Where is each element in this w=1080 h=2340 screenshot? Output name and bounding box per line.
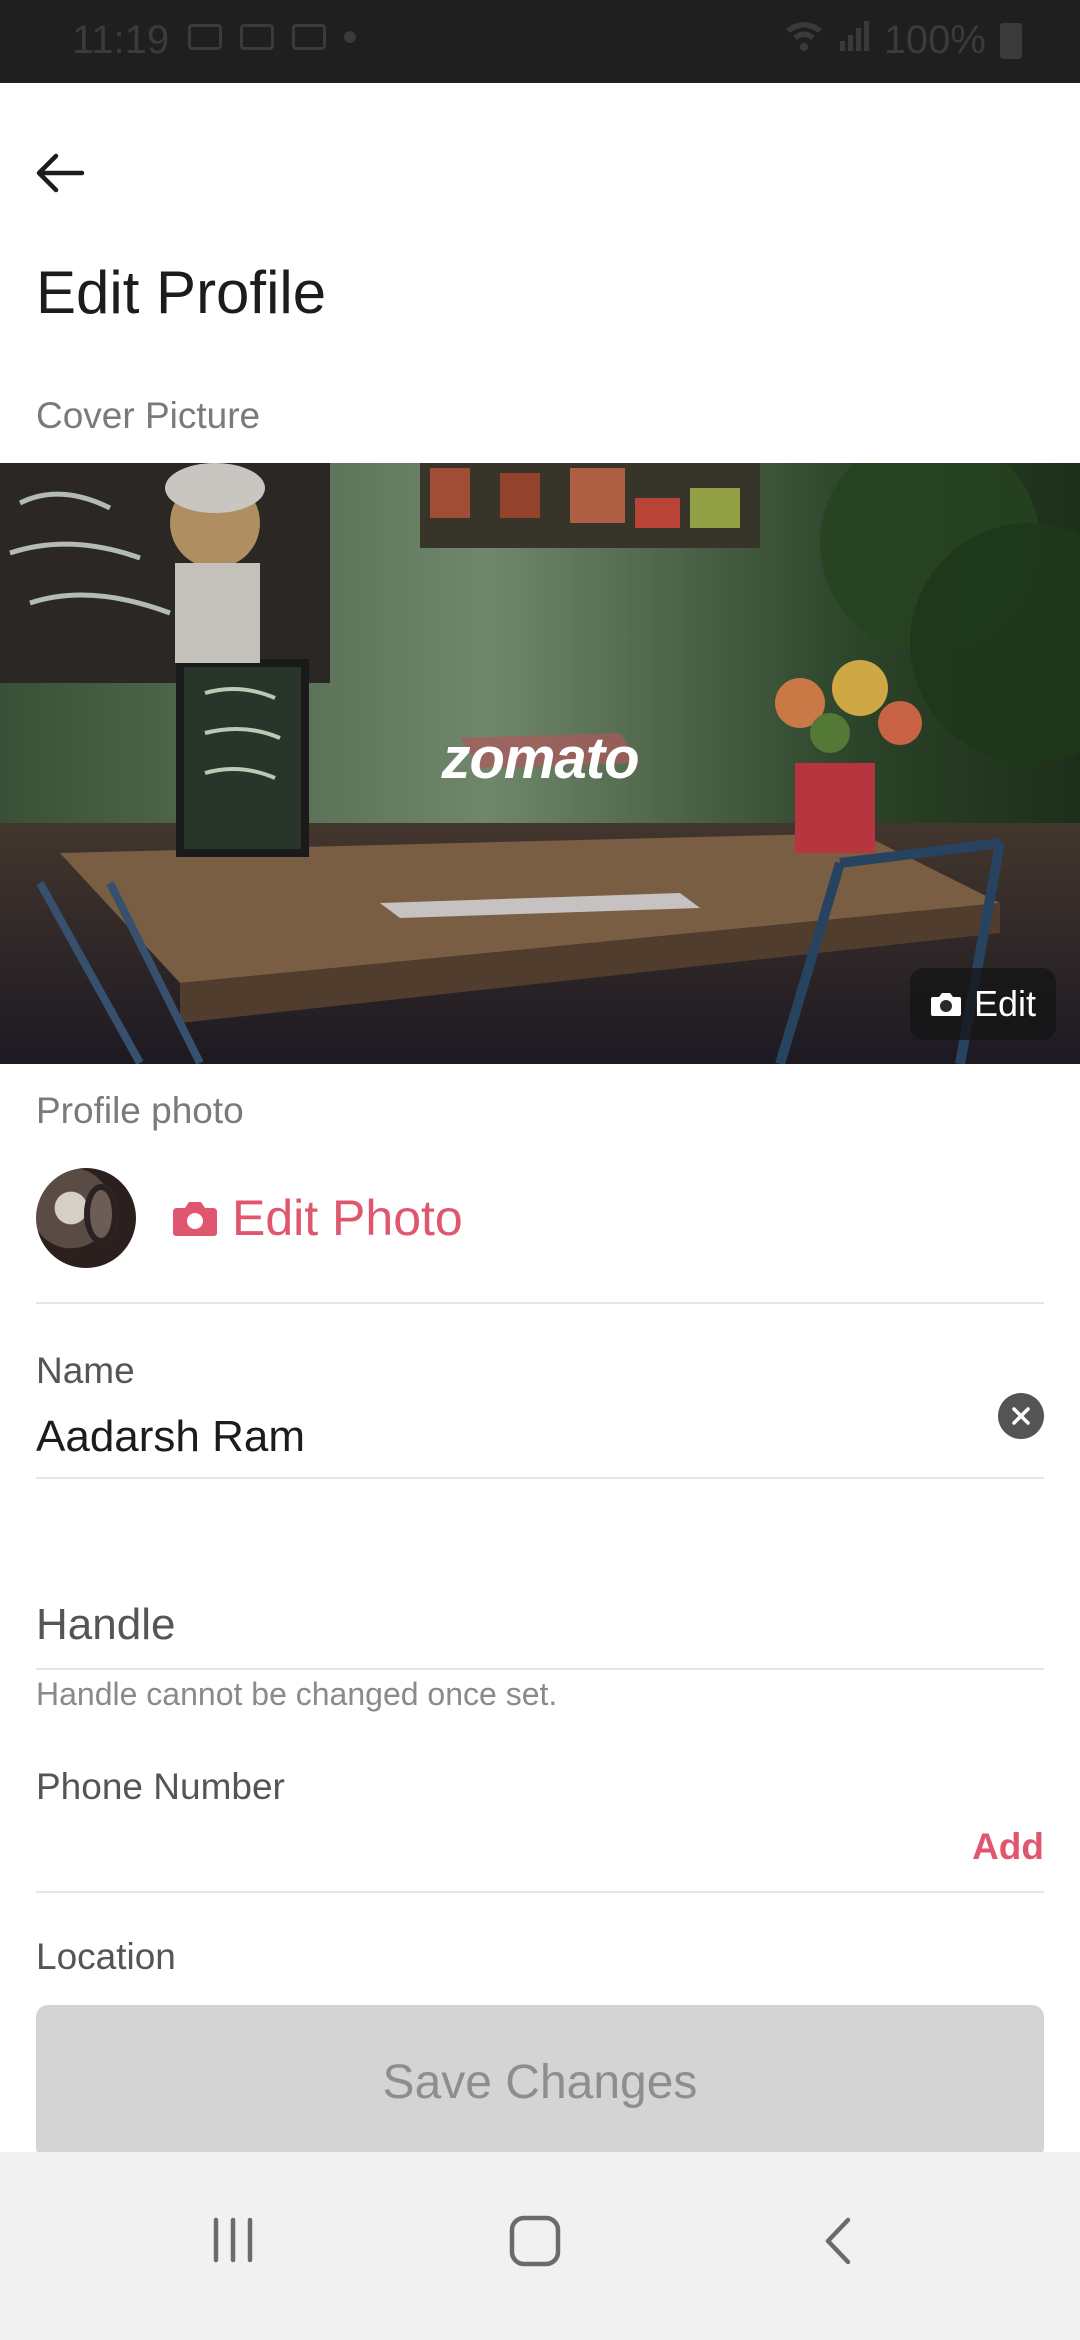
cover-picture[interactable]: zomato Edit — [0, 463, 1080, 1064]
status-time: 11:19 — [72, 18, 170, 62]
recent-apps-icon — [213, 2217, 253, 2263]
save-changes-button[interactable]: Save Changes — [36, 2005, 1044, 2159]
name-input[interactable]: Aadarsh Ram — [36, 1412, 305, 1462]
recent-apps-button[interactable] — [208, 2214, 258, 2271]
name-label: Name — [36, 1350, 135, 1391]
notification-icons — [188, 24, 356, 50]
home-button[interactable] — [508, 2214, 562, 2273]
avatar[interactable] — [36, 1168, 136, 1268]
status-bar: 11:19 100% — [0, 0, 1080, 83]
profile-photo-label: Profile photo — [36, 1090, 244, 1131]
edit-photo-label: Edit Photo — [232, 1190, 463, 1246]
keyboard-icon — [188, 24, 222, 50]
cover-picture-label: Cover Picture — [36, 395, 261, 436]
signal-icon — [838, 18, 870, 63]
name-underline — [36, 1477, 1044, 1479]
back-arrow-icon — [36, 153, 85, 193]
edit-cover-button[interactable]: Edit — [909, 968, 1056, 1040]
page-title: Edit Profile — [36, 259, 327, 326]
brand-logo: zomato — [441, 726, 640, 791]
wifi-icon — [784, 18, 824, 63]
more-notifications-icon — [344, 31, 356, 43]
profile-photo-row: Edit Photo — [36, 1168, 463, 1268]
app-notification-icon — [240, 24, 274, 50]
youtube-icon — [292, 24, 326, 50]
edit-photo-button[interactable]: Edit Photo — [172, 1189, 463, 1247]
add-phone-button[interactable]: Add — [972, 1826, 1044, 1868]
clear-icon — [1012, 1407, 1030, 1425]
divider — [36, 1891, 1044, 1893]
system-nav-bar — [0, 2152, 1080, 2340]
edit-cover-label: Edit — [973, 983, 1036, 1024]
handle-underline — [36, 1668, 1044, 1670]
phone-number-label: Phone Number — [36, 1766, 285, 1807]
back-button[interactable] — [30, 143, 90, 203]
back-nav-button[interactable] — [818, 2214, 858, 2273]
back-nav-icon — [825, 2217, 851, 2265]
camera-icon — [173, 1202, 217, 1236]
battery-percent: 100% — [883, 18, 986, 62]
handle-input[interactable]: Handle — [36, 1600, 175, 1650]
handle-hint: Handle cannot be changed once set. — [36, 1676, 558, 1712]
camera-icon — [930, 993, 961, 1016]
home-icon — [509, 2215, 561, 2267]
clear-name-button[interactable] — [998, 1393, 1044, 1439]
divider — [36, 1302, 1044, 1304]
location-label: Location — [36, 1936, 176, 1977]
status-right: 100% — [784, 18, 1022, 63]
app-bar — [0, 83, 1080, 253]
battery-icon — [1000, 22, 1022, 59]
